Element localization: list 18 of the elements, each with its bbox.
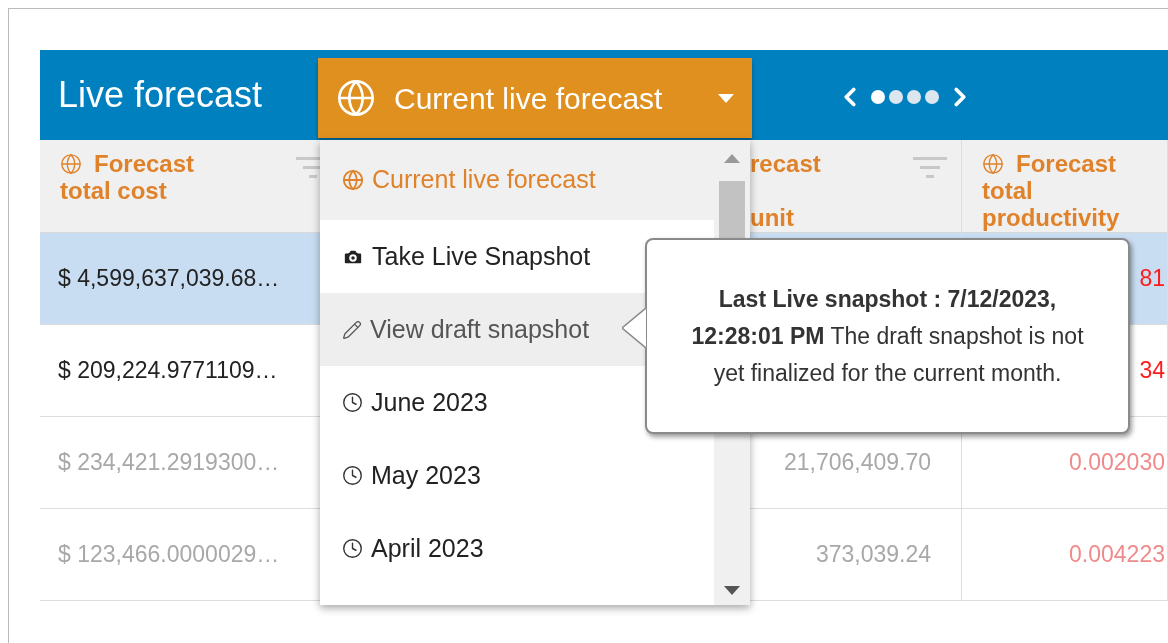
column-heading: total cost bbox=[60, 177, 167, 204]
table-cell-text: $ 209,224.9771109… bbox=[58, 356, 278, 386]
table-cell-text: 373,039.24 bbox=[815, 540, 931, 570]
table-cell-text: $ 123,466.0000029… bbox=[58, 540, 280, 570]
table-cell-text: $ 234,421.2919300… bbox=[58, 448, 280, 478]
table-cell-text: $ 4,599,637,039.68… bbox=[58, 264, 280, 294]
table-cell-text: 21,706,409.70 bbox=[783, 448, 931, 478]
table-cell-text: 34 bbox=[1139, 356, 1165, 386]
column-heading: Forecast bbox=[982, 150, 1117, 177]
column-heading: unit bbox=[750, 204, 794, 231]
column-heading: Forecast bbox=[60, 150, 195, 177]
table-cell-text: 0.004223 bbox=[1069, 540, 1165, 570]
column-heading: productivity bbox=[982, 204, 1120, 231]
column-heading: recast bbox=[750, 150, 821, 177]
table-cell-text: 81 bbox=[1139, 264, 1165, 294]
table-cell-text: 0.002030 bbox=[1069, 448, 1165, 478]
panel-title: Live forecast bbox=[57, 74, 264, 116]
column-heading: total bbox=[982, 177, 1033, 204]
